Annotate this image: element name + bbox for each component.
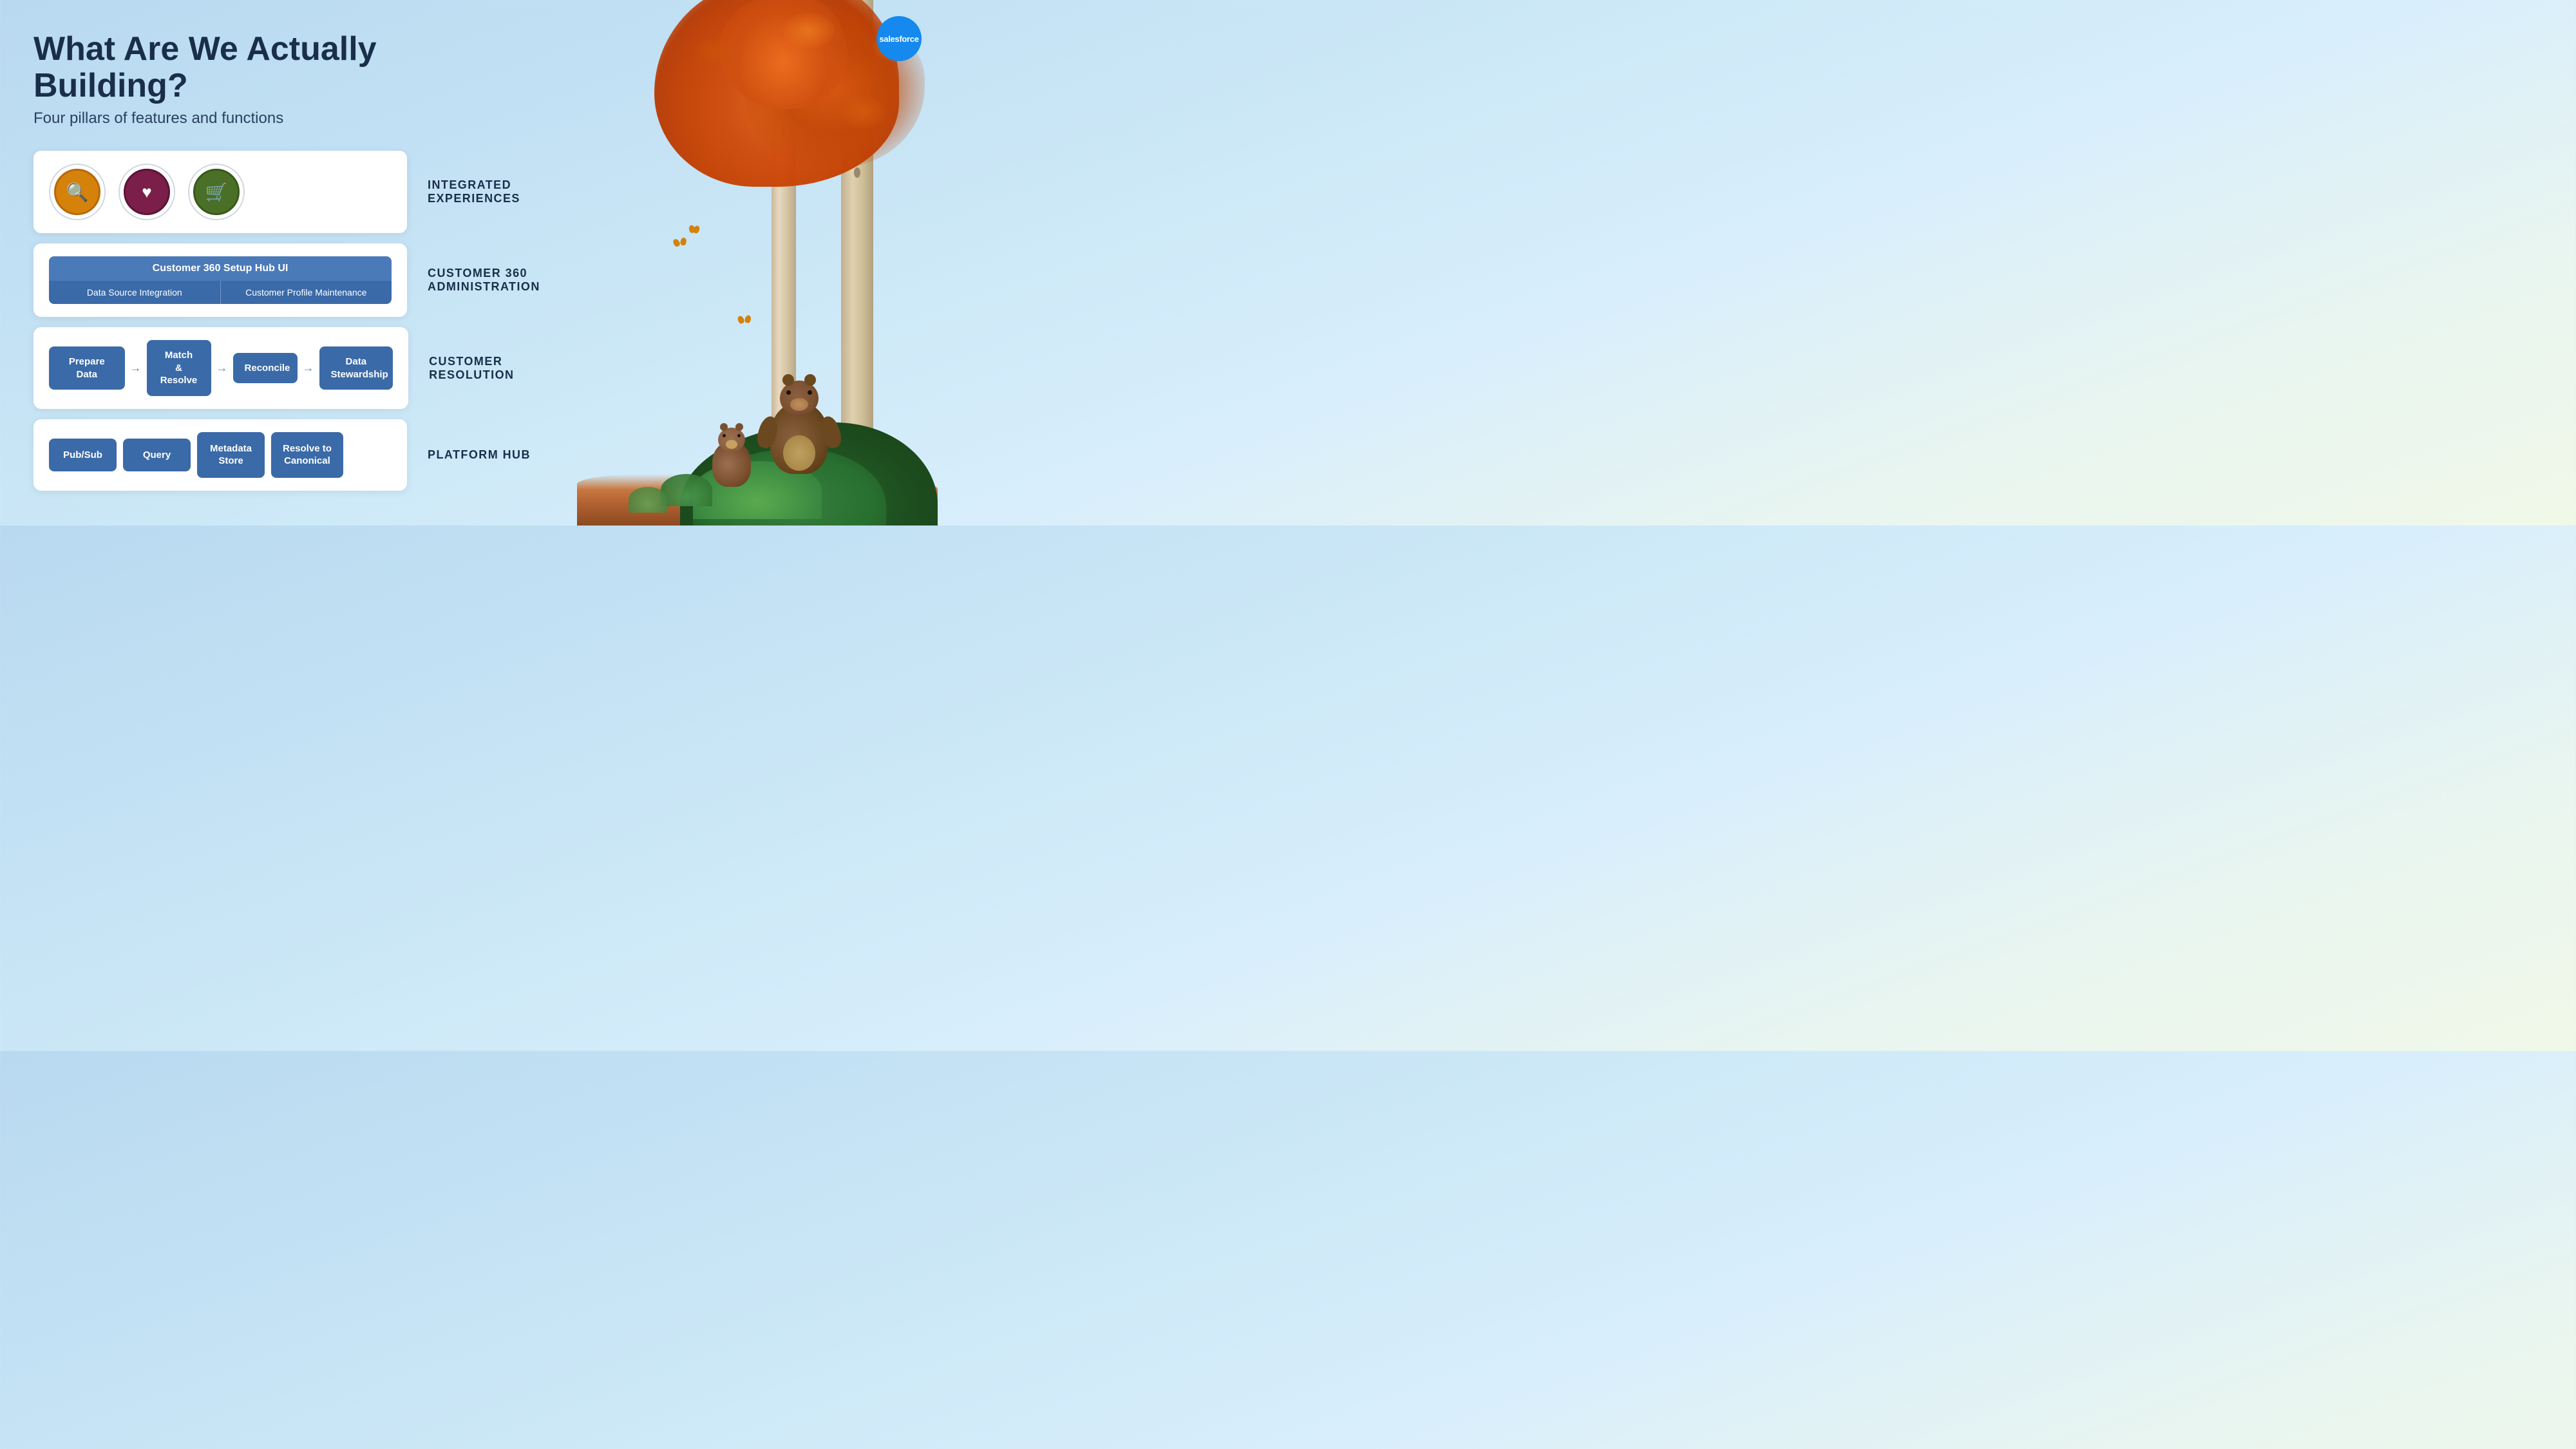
arrow-icon-2: → xyxy=(216,361,228,375)
bush-light xyxy=(693,461,822,519)
bear-main xyxy=(770,403,828,474)
bear-small-ear-right xyxy=(735,423,743,431)
pillar-row-platform: Pub/Sub Query MetadataStore Resolve toCa… xyxy=(33,419,529,491)
icons-row: 🔍 ♥ 🛒 xyxy=(49,164,245,220)
arrow-icon-3: → xyxy=(303,361,314,375)
bear-eye-right xyxy=(808,390,812,395)
pillar-card-platform: Pub/Sub Query MetadataStore Resolve toCa… xyxy=(33,419,407,491)
leaf-cluster-3 xyxy=(696,39,732,64)
plat-step-query: Query xyxy=(123,439,191,472)
pillar-row-admin: Customer 360 Setup Hub UI Data Source In… xyxy=(33,243,529,317)
res-step-reconcile: Reconcile xyxy=(233,353,298,384)
pillar-label-resolution: CUSTOMER RESOLUTION xyxy=(429,355,571,382)
bear-belly xyxy=(783,435,815,471)
leaf-cluster-4 xyxy=(841,97,886,129)
tree-trunk-right xyxy=(841,0,873,513)
heart-icon: ♥ xyxy=(142,182,151,202)
salesforce-badge: salesforce xyxy=(876,16,922,61)
bear-ear-left xyxy=(782,374,794,386)
salesforce-logo: salesforce xyxy=(873,13,925,64)
icon-border-heart: ♥ xyxy=(118,164,175,220)
pillar-label-platform: PLATFORM HUB xyxy=(428,448,569,462)
cart-icon: 🛒 xyxy=(205,182,228,203)
butterfly-3 xyxy=(737,315,751,325)
bush-mid xyxy=(693,448,886,526)
bear-small xyxy=(712,442,751,487)
bear-arm-left xyxy=(755,414,781,450)
admin-bottom-row: Data Source Integration Customer Profile… xyxy=(49,281,392,304)
foliage-sub2 xyxy=(719,0,848,109)
admin-item-datasource: Data Source Integration xyxy=(49,281,220,304)
admin-item-profile: Customer Profile Maintenance xyxy=(220,281,392,304)
res-step-prepare: Prepare Data xyxy=(49,346,125,390)
tree-trunk-left xyxy=(772,0,796,483)
plat-step-metadata: MetadataStore xyxy=(197,432,265,478)
search-icon: 🔍 xyxy=(66,182,89,203)
bear-small-eye-right xyxy=(737,434,741,437)
pillar-card-admin: Customer 360 Setup Hub UI Data Source In… xyxy=(33,243,407,317)
res-step-stewardship: DataStewardship xyxy=(319,346,393,390)
admin-card-inner: Customer 360 Setup Hub UI Data Source In… xyxy=(49,256,392,304)
pillar-row-integrated: 🔍 ♥ 🛒 INTEGRATED EXPERIENCES xyxy=(33,151,529,233)
main-content: What Are We Actually Building? Four pill… xyxy=(0,0,560,511)
butterfly-2 xyxy=(689,225,700,232)
admin-top-bar: Customer 360 Setup Hub UI xyxy=(49,256,392,281)
pillar-label-admin: CUSTOMER 360 ADMINISTRATION xyxy=(428,267,569,294)
bear-small-snout xyxy=(726,440,737,449)
arrow-icon-1: → xyxy=(130,361,142,375)
res-step-match: Match& Resolve xyxy=(147,340,211,396)
pillar-card-resolution: Prepare Data → Match& Resolve → Reconcil… xyxy=(33,327,408,409)
icon-border-search: 🔍 xyxy=(49,164,106,220)
page-subtitle: Four pillars of features and functions xyxy=(33,109,529,128)
bear-snout xyxy=(790,398,808,411)
platform-flow: Pub/Sub Query MetadataStore Resolve toCa… xyxy=(49,432,343,478)
cart-icon-circle: 🛒 xyxy=(193,169,240,215)
bush-dark xyxy=(680,422,938,526)
bush-small xyxy=(661,474,712,506)
foliage-main xyxy=(654,0,899,187)
leaf-cluster-2 xyxy=(783,13,835,48)
bear-arm-right xyxy=(818,414,844,450)
resolution-flow: Prepare Data → Match& Resolve → Reconcil… xyxy=(49,340,393,396)
pillar-card-integrated: 🔍 ♥ 🛒 xyxy=(33,151,407,233)
pillar-label-integrated: INTEGRATED EXPERIENCES xyxy=(428,178,569,205)
bear-ear-right xyxy=(804,374,816,386)
pillar-row-resolution: Prepare Data → Match& Resolve → Reconcil… xyxy=(33,327,529,409)
heart-icon-circle: ♥ xyxy=(124,169,170,215)
pillars-container: 🔍 ♥ 🛒 INTEGRATED EXPERIENCES xyxy=(33,151,529,491)
background-illustration xyxy=(577,0,938,526)
bear-small-ear-left xyxy=(720,423,728,431)
search-icon-circle: 🔍 xyxy=(54,169,100,215)
page-title: What Are We Actually Building? xyxy=(33,31,529,104)
bear-small-eye-left xyxy=(723,434,726,437)
icon-border-cart: 🛒 xyxy=(188,164,245,220)
plat-step-resolve: Resolve toCanonical xyxy=(271,432,343,478)
bush-small-2 xyxy=(629,487,667,513)
bear-eye-left xyxy=(786,390,791,395)
ground-cover xyxy=(577,474,938,526)
plat-step-pubsub: Pub/Sub xyxy=(49,439,117,472)
butterfly-1 xyxy=(673,237,687,248)
